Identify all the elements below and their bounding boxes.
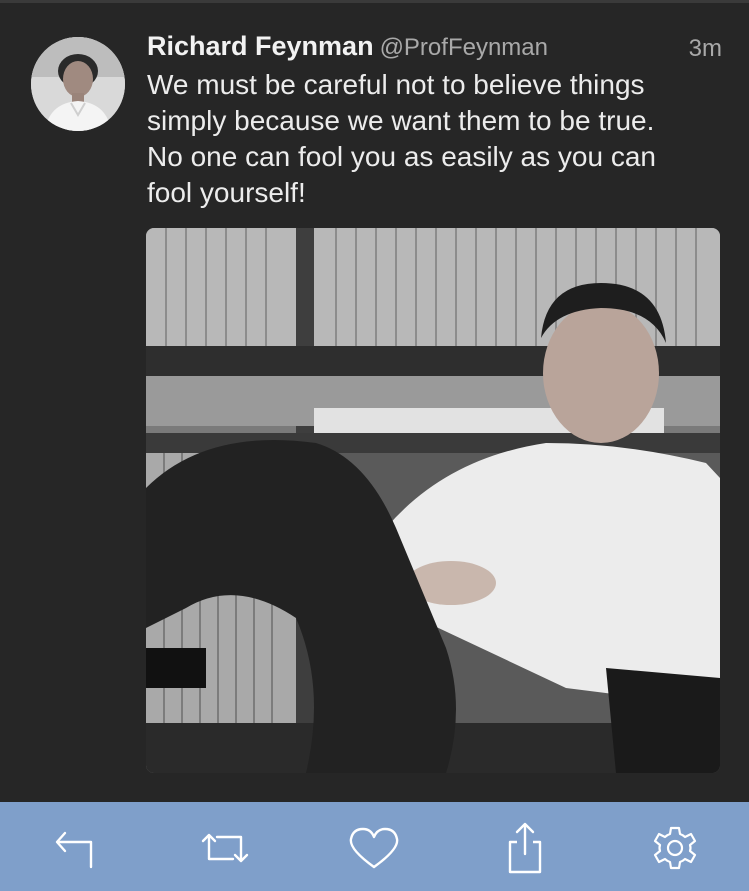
share-icon [508,822,542,874]
tweet-text: We must be careful not to believe things… [147,69,656,208]
heart-icon [349,827,399,869]
like-button[interactable] [346,820,402,876]
share-button[interactable] [497,820,553,876]
reply-icon [55,831,93,869]
retweet-button[interactable] [197,820,253,876]
gear-icon [653,826,697,870]
avatar-photo-icon [31,37,125,131]
action-bar [0,802,749,891]
tweet-photo[interactable] [146,228,720,773]
avatar[interactable] [31,37,125,131]
tweet-card[interactable]: Richard Feynman @ProfFeynman 3m We must b… [0,3,749,802]
reply-button[interactable] [48,820,104,876]
settings-button[interactable] [647,820,703,876]
retweet-icon [201,833,249,863]
timestamp: 3m [688,35,722,62]
author-handle[interactable]: @ProfFeynman [380,34,548,62]
photo-icon [146,228,720,773]
author-name[interactable]: Richard Feynman [147,31,374,62]
tweet-header: Richard Feynman @ProfFeynman 3m [147,31,722,67]
